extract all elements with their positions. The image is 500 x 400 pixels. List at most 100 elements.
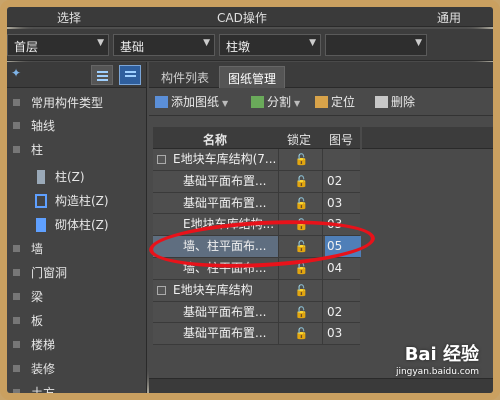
delete-icon bbox=[375, 96, 388, 108]
component-select-value: 柱墩 bbox=[226, 40, 251, 54]
column-header-number[interactable]: 图号 bbox=[329, 131, 353, 148]
row-number: 02 bbox=[327, 304, 343, 319]
app-window: 选择 CAD操作 通用 首层 ▼ 基础 ▼ 柱墩 ▼ ▼ ✦ 常用构件类型 轴线… bbox=[0, 0, 500, 400]
menu-bar: 选择 CAD操作 通用 bbox=[7, 7, 493, 27]
lock-icon[interactable]: 🔓 bbox=[281, 192, 323, 214]
tree-item-stairs[interactable]: 楼梯 bbox=[7, 334, 147, 356]
row-name: 基础平面布置... bbox=[153, 301, 279, 323]
instance-select[interactable]: ▼ bbox=[325, 34, 427, 56]
expand-icon[interactable] bbox=[13, 365, 20, 372]
split-button[interactable]: 分割 ▼ bbox=[251, 93, 300, 110]
tree-item-label: 梁 bbox=[31, 290, 44, 304]
table-row[interactable]: 基础平面布置... 🔓 02 bbox=[153, 301, 360, 324]
lock-icon[interactable]: 🔓 bbox=[281, 170, 323, 192]
delete-button[interactable]: 删除 bbox=[375, 93, 415, 110]
locate-icon bbox=[315, 96, 328, 108]
expand-icon[interactable] bbox=[13, 245, 20, 252]
expand-icon[interactable] bbox=[13, 99, 20, 106]
tree-item-masonry-column[interactable]: 砌体柱(Z) bbox=[7, 214, 147, 236]
expand-icon[interactable] bbox=[13, 122, 20, 129]
chevron-down-icon: ▼ bbox=[415, 38, 422, 48]
table-row[interactable]: 基础平面布置... 🔓 03 bbox=[153, 192, 360, 215]
tree-item-axis[interactable]: 轴线 bbox=[7, 115, 147, 137]
expand-icon[interactable] bbox=[13, 293, 20, 300]
tree-item-label: 板 bbox=[31, 314, 44, 328]
expand-icon[interactable] bbox=[13, 389, 20, 393]
tree-item-common-types[interactable]: 常用构件类型 bbox=[7, 92, 147, 114]
expand-icon[interactable] bbox=[13, 269, 20, 276]
lock-icon[interactable]: 🔓 bbox=[281, 323, 323, 345]
tree-item-wall[interactable]: 墙 bbox=[7, 238, 147, 260]
masonry-column-icon bbox=[36, 218, 46, 232]
tree-item-door-window[interactable]: 门窗洞 bbox=[7, 262, 147, 284]
row-number bbox=[325, 149, 361, 170]
tree-panel-header: ✦ bbox=[7, 62, 146, 88]
row-name-text: E地块车库结构(7... bbox=[173, 152, 277, 166]
expand-icon[interactable] bbox=[13, 317, 20, 324]
tree-item-slab[interactable]: 板 bbox=[7, 310, 147, 332]
menu-cad-operations[interactable]: CAD操作 bbox=[217, 9, 267, 26]
add-drawing-button[interactable]: 添加图纸 ▼ bbox=[155, 93, 228, 110]
tree-item-label: 轴线 bbox=[31, 119, 56, 133]
tree-item-column-z[interactable]: 柱(Z) bbox=[7, 166, 147, 188]
collapse-icon[interactable] bbox=[13, 146, 20, 153]
column-icon bbox=[37, 170, 45, 184]
chevron-down-icon[interactable]: ▼ bbox=[294, 99, 300, 108]
collapse-icon[interactable] bbox=[157, 285, 166, 295]
tree-item-label: 墙 bbox=[31, 242, 44, 256]
column-header-name[interactable]: 名称 bbox=[203, 131, 227, 148]
row-name: 基础平面布置... bbox=[153, 323, 279, 345]
table-row[interactable]: 基础平面布置... 🔓 02 bbox=[153, 170, 360, 193]
tree-item-earthwork[interactable]: 土方 bbox=[7, 382, 147, 400]
row-number bbox=[325, 280, 361, 301]
panel-tabs: 构件列表 图纸管理 bbox=[149, 62, 493, 88]
row-name-text: E地块车库结构 bbox=[173, 282, 253, 297]
table-row[interactable]: E地块车库结构 🔓 bbox=[153, 279, 361, 302]
tree-item-decoration[interactable]: 装修 bbox=[7, 358, 147, 380]
floor-select-value: 首层 bbox=[14, 40, 39, 54]
row-number: 02 bbox=[327, 173, 343, 188]
tab-component-list[interactable]: 构件列表 bbox=[153, 66, 217, 88]
row-name: 基础平面布置... bbox=[153, 170, 279, 192]
tree-item-label: 门窗洞 bbox=[31, 266, 68, 280]
tree-item-constructional-column[interactable]: 构造柱(Z) bbox=[7, 190, 147, 212]
chevron-down-icon: ▼ bbox=[97, 38, 104, 48]
constructional-column-icon bbox=[35, 194, 47, 208]
expand-icon[interactable] bbox=[13, 341, 20, 348]
list-view-button[interactable] bbox=[91, 65, 113, 85]
tree-item-label: 土方 bbox=[31, 386, 56, 400]
tree-item-label: 柱(Z) bbox=[55, 170, 85, 184]
row-name: E地块车库结构(7... bbox=[153, 149, 279, 170]
table-row[interactable]: 基础平面布置... 🔓 03 bbox=[153, 323, 360, 346]
row-name: 基础平面布置... bbox=[153, 192, 279, 214]
chevron-down-icon[interactable]: ▼ bbox=[222, 99, 228, 108]
column-header-lock[interactable]: 锁定 bbox=[287, 131, 311, 148]
menu-general[interactable]: 通用 bbox=[437, 9, 461, 26]
lock-icon[interactable]: 🔓 bbox=[281, 279, 323, 301]
table-header: 名称 锁定 图号 bbox=[153, 127, 360, 149]
row-number: 03 bbox=[327, 326, 343, 341]
grid-header-filler bbox=[362, 127, 493, 149]
lock-icon[interactable]: 🔓 bbox=[281, 149, 323, 170]
tab-drawing-management[interactable]: 图纸管理 bbox=[219, 66, 286, 88]
tree-item-beam[interactable]: 梁 bbox=[7, 286, 147, 308]
tree-item-label: 常用构件类型 bbox=[31, 96, 104, 110]
floor-select[interactable]: 首层 ▼ bbox=[7, 34, 109, 56]
table-row[interactable]: E地块车库结构(7... 🔓 bbox=[153, 149, 360, 171]
category-select-value: 基础 bbox=[120, 40, 145, 54]
watermark-url: jingyan.baidu.com bbox=[395, 367, 479, 377]
category-select[interactable]: 基础 ▼ bbox=[113, 34, 215, 56]
pin-icon[interactable]: ✦ bbox=[11, 66, 21, 80]
row-number: 04 bbox=[327, 260, 343, 275]
collapse-icon[interactable] bbox=[157, 155, 166, 164]
watermark: Bai 经验 jingyan.baidu.com bbox=[396, 340, 479, 377]
grid-view-button[interactable] bbox=[119, 65, 141, 85]
tree-item-column[interactable]: 柱 bbox=[7, 139, 147, 161]
locate-button[interactable]: 定位 bbox=[315, 93, 355, 110]
tree-item-label: 砌体柱(Z) bbox=[55, 218, 109, 232]
component-select[interactable]: 柱墩 ▼ bbox=[219, 34, 321, 56]
menu-select[interactable]: 选择 bbox=[57, 9, 81, 26]
split-label: 分割 bbox=[267, 95, 292, 109]
lock-icon[interactable]: 🔓 bbox=[281, 301, 323, 323]
locate-label: 定位 bbox=[331, 95, 356, 109]
